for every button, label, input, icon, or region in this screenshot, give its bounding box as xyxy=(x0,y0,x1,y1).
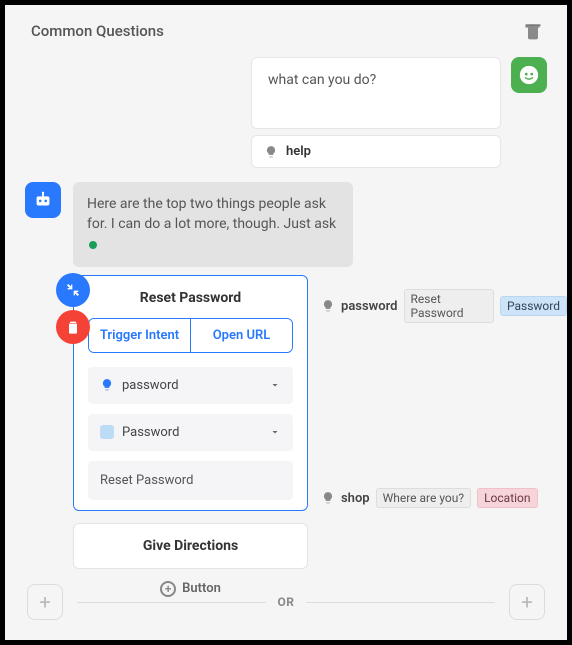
intent-select-value: password xyxy=(122,378,179,393)
intent-annotation-2: shop Where are you? Location xyxy=(321,488,538,508)
bot-message-bubble[interactable]: Here are the top two things people ask f… xyxy=(73,182,353,267)
entity-select-value: Password xyxy=(122,425,179,440)
page-title: Common Questions xyxy=(31,22,164,40)
bot-avatar xyxy=(25,182,61,218)
or-label: OR xyxy=(278,595,295,609)
annotation-badge[interactable]: Password xyxy=(500,296,567,316)
typing-dot-icon xyxy=(89,241,97,249)
trash-icon xyxy=(523,21,543,41)
annotation-badge[interactable]: Where are you? xyxy=(376,488,471,508)
intent-select[interactable]: password xyxy=(88,367,293,404)
delete-block-button[interactable] xyxy=(523,21,543,41)
annotation-intent-name: shop xyxy=(341,491,370,506)
move-handle-button[interactable] xyxy=(56,273,90,307)
user-message-bubble[interactable]: what can you do? xyxy=(251,57,501,129)
bulb-icon xyxy=(100,378,114,392)
trash-icon xyxy=(65,319,81,335)
bulb-icon xyxy=(321,299,335,313)
help-chip-label: help xyxy=(286,144,311,159)
display-text-input[interactable]: Reset Password xyxy=(88,461,293,500)
compress-icon xyxy=(65,282,81,298)
robot-icon xyxy=(32,189,54,211)
user-message-row: what can you do? help xyxy=(5,53,567,168)
help-chip[interactable]: help xyxy=(251,135,501,168)
user-avatar xyxy=(511,57,547,93)
add-left-button[interactable]: + xyxy=(27,584,63,620)
annotation-intent-name: password xyxy=(341,299,398,314)
divider-line xyxy=(306,602,495,603)
button-config-card: Reset Password Trigger Intent Open URL p… xyxy=(73,275,308,511)
entity-select[interactable]: Password xyxy=(88,414,293,451)
give-directions-button[interactable]: Give Directions xyxy=(73,523,308,569)
delete-card-button[interactable] xyxy=(56,310,90,344)
tab-open-url[interactable]: Open URL xyxy=(190,319,292,352)
bot-message-row: Here are the top two things people ask f… xyxy=(5,168,567,267)
annotation-badge[interactable]: Reset Password xyxy=(404,289,494,323)
add-right-button[interactable]: + xyxy=(509,584,545,620)
bulb-icon xyxy=(321,491,335,505)
tab-trigger-intent[interactable]: Trigger Intent xyxy=(89,319,190,352)
chevron-down-icon xyxy=(269,379,281,391)
action-type-tabs: Trigger Intent Open URL xyxy=(88,318,293,353)
intent-annotation-1: password Reset Password Password xyxy=(321,289,567,323)
or-divider-row: + OR + xyxy=(5,584,567,620)
card-title[interactable]: Reset Password xyxy=(88,290,293,306)
bot-message-text: Here are the top two things people ask f… xyxy=(87,196,336,232)
bot-face-icon xyxy=(518,64,540,86)
bulb-icon xyxy=(264,145,278,159)
divider-line xyxy=(77,602,266,603)
annotation-badge[interactable]: Location xyxy=(477,488,537,508)
chevron-down-icon xyxy=(269,426,281,438)
entity-icon xyxy=(100,425,114,439)
